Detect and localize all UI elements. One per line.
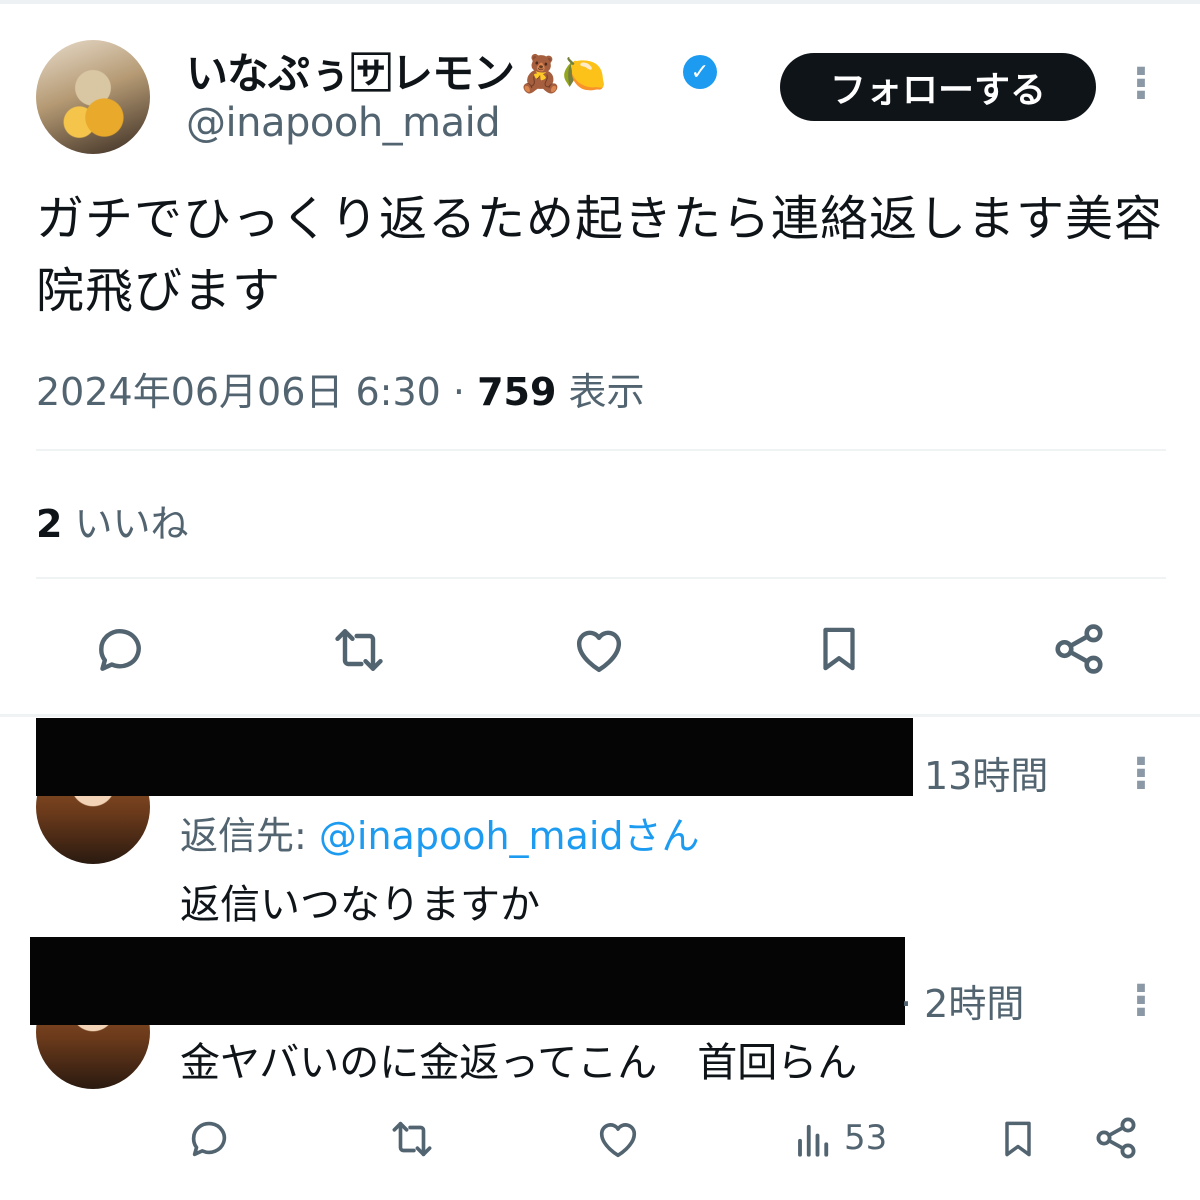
reply-to-line: 返信先: @inapooh_maidさん [180, 805, 700, 860]
views-label: 表示 [568, 370, 645, 414]
share-icon[interactable] [1092, 1114, 1140, 1162]
verified-badge-icon: ✓ [683, 55, 717, 89]
more-options-icon[interactable]: · · · [1131, 50, 1151, 118]
reply-timestamp[interactable]: 13時間 [924, 745, 1048, 800]
author-display-name[interactable]: いなぷぅ🈂レモン 🧸🍋 [186, 40, 607, 101]
reply-icon[interactable] [92, 622, 148, 678]
reply-text: 返信いつなりますか [180, 882, 540, 928]
reply-to-suffix: さん [623, 814, 700, 858]
author-handle[interactable]: @inapooh_maid [186, 100, 501, 146]
reply-text: 金ヤバいのに金返ってこん 首回らん [180, 1040, 858, 1086]
redacted-username [36, 718, 913, 796]
author-name-emoji: 🧸🍋 [518, 54, 607, 95]
tweet-meta: 2024年06月06日 6:30 · 759 表示 [36, 361, 645, 416]
top-border [0, 0, 1200, 4]
more-options-icon[interactable]: · · · [1131, 740, 1151, 808]
divider [36, 577, 1166, 579]
reply-timestamp[interactable]: · 2時間 [900, 973, 1024, 1028]
redacted-username [30, 937, 905, 1025]
share-icon[interactable] [1050, 620, 1108, 678]
tweet-text: ガチでひっくり返るため起きたら連絡返します美容院飛びます [36, 191, 1164, 319]
bookmark-icon[interactable] [812, 620, 866, 678]
like-icon[interactable] [570, 622, 628, 678]
views-count: 759 [477, 370, 557, 414]
more-options-icon[interactable]: · · · [1131, 967, 1151, 1035]
bookmark-icon[interactable] [996, 1114, 1040, 1164]
likes-count: 2 [36, 502, 63, 546]
views-count: 53 [844, 1118, 888, 1158]
retweet-icon[interactable] [330, 622, 388, 678]
tweet-timestamp[interactable]: 2024年06月06日 6:30 [36, 370, 441, 414]
follow-button[interactable]: フォローする [780, 53, 1096, 121]
like-icon[interactable] [594, 1116, 642, 1162]
retweet-icon[interactable] [388, 1116, 436, 1162]
views-icon[interactable] [792, 1118, 836, 1160]
reply-to-label: 返信先: [180, 814, 319, 858]
reply-to-mention[interactable]: @inapooh_maid [319, 814, 624, 858]
likes-summary[interactable]: 2 いいね [36, 493, 189, 548]
meta-separator: · [452, 370, 466, 414]
author-avatar[interactable] [36, 40, 150, 154]
section-divider [0, 714, 1200, 717]
divider [36, 449, 1166, 451]
reply-icon[interactable] [186, 1116, 232, 1162]
author-name-text: いなぷぅ🈂レモン [186, 49, 515, 98]
likes-label: いいね [74, 502, 189, 546]
